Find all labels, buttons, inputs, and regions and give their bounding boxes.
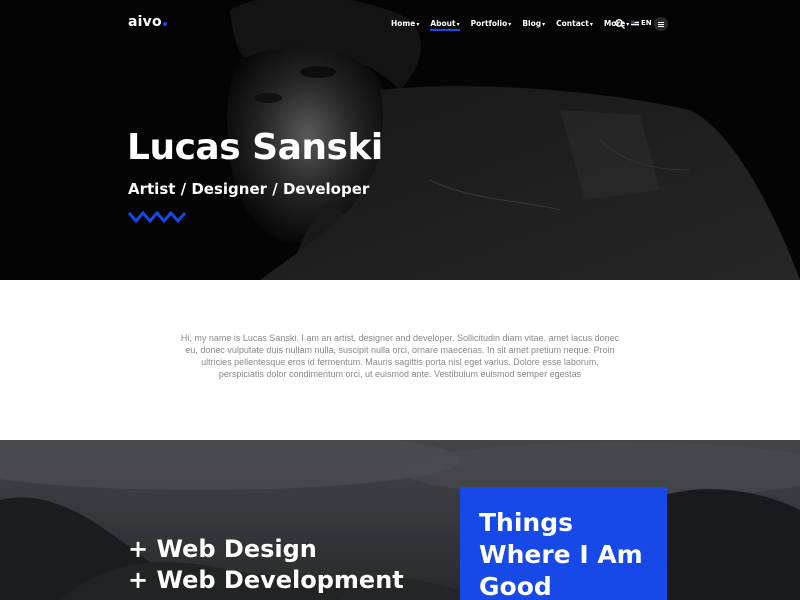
hamburger-icon[interactable] <box>654 17 668 31</box>
nav-item-label: Home <box>391 19 416 28</box>
nav-item-label: Portfolio <box>470 19 508 28</box>
chevron-down-icon: ▾ <box>456 21 460 28</box>
site-logo[interactable]: aivo <box>128 14 167 30</box>
chevron-down-icon: ▾ <box>626 21 630 28</box>
services-section: + Web Design + Web Development Things Wh… <box>0 440 800 600</box>
nav-item-label: Contact <box>556 19 589 28</box>
chevron-down-icon: ▾ <box>508 21 512 28</box>
logo-text: aivo <box>128 14 162 30</box>
highlight-box: Things Where I Am Good <box>460 487 667 600</box>
chevron-down-icon: ▾ <box>542 21 546 28</box>
service-item-web-development: + Web Development <box>128 566 404 594</box>
service-item-web-design: + Web Design <box>128 535 317 563</box>
chevron-down-icon: ▾ <box>589 21 593 28</box>
nav-item-contact[interactable]: Contact▾ <box>556 19 593 28</box>
nav-item-label: Blog <box>522 19 542 28</box>
hero-title: Lucas Sanski <box>127 127 383 168</box>
nav-item-blog[interactable]: Blog▾ <box>522 19 545 28</box>
services-list: + Web Design + Web Development <box>128 534 404 596</box>
language-label: EN <box>641 19 652 27</box>
nav-item-label: About <box>430 19 456 28</box>
search-icon[interactable] <box>614 18 626 30</box>
us-flag-icon <box>631 20 639 26</box>
intro-paragraph: Hi, my name is Lucas Sanski. I am an art… <box>180 333 620 379</box>
zigzag-icon <box>128 210 186 224</box>
language-switcher[interactable]: EN <box>631 19 652 27</box>
hero-subtitle: Artist / Designer / Developer <box>128 180 370 198</box>
main-menu: Home▾ About▾ Portfolio▾ Blog▾ Contact▾ M… <box>391 19 640 31</box>
nav-item-about[interactable]: About▾ <box>430 19 460 31</box>
top-navigation: aivo Home▾ About▾ Portfolio▾ Blog▾ Conta… <box>0 0 800 48</box>
highlight-title: Things Where I Am Good <box>479 508 643 600</box>
nav-item-portfolio[interactable]: Portfolio▾ <box>471 19 512 28</box>
logo-dot-icon <box>162 22 167 26</box>
intro-section: Hi, my name is Lucas Sanski. I am an art… <box>0 280 800 440</box>
nav-item-home[interactable]: Home▾ <box>391 19 419 28</box>
hero-section: aivo Home▾ About▾ Portfolio▾ Blog▾ Conta… <box>0 0 800 280</box>
chevron-down-icon: ▾ <box>416 21 420 28</box>
